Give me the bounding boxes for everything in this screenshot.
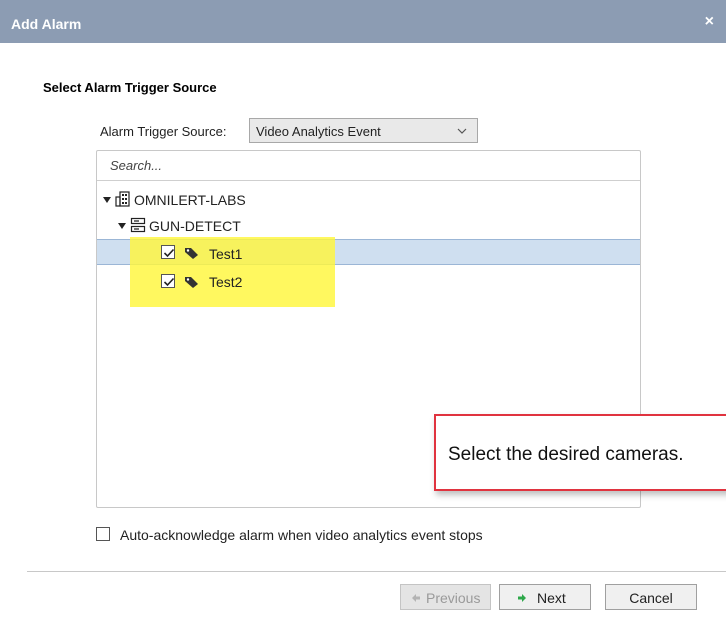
instruction-callout: Select the desired cameras. xyxy=(434,414,726,491)
tree-node-gun-detect[interactable]: GUN-DETECT xyxy=(97,213,640,239)
previous-label: Previous xyxy=(426,590,481,606)
expand-caret-icon[interactable] xyxy=(103,197,111,203)
cancel-button[interactable]: Cancel xyxy=(605,584,697,610)
tag-icon xyxy=(185,277,198,288)
chevron-down-icon xyxy=(457,128,467,134)
trigger-source-select[interactable]: Video Analytics Event xyxy=(249,118,478,143)
next-button[interactable]: Next xyxy=(499,584,591,610)
test2-checkbox[interactable] xyxy=(161,274,175,288)
previous-button[interactable]: Previous xyxy=(400,584,491,610)
dialog-title: Add Alarm xyxy=(11,16,82,32)
trigger-source-label: Alarm Trigger Source: xyxy=(100,124,227,139)
dialog-titlebar: Add Alarm × xyxy=(0,0,726,43)
tree-node-label: Test2 xyxy=(209,274,243,290)
trigger-source-value: Video Analytics Event xyxy=(256,124,381,139)
section-title: Select Alarm Trigger Source xyxy=(43,80,217,95)
building-icon xyxy=(115,191,130,207)
tree-search-input[interactable]: Search... xyxy=(97,151,640,181)
auto-acknowledge-label: Auto-acknowledge alarm when video analyt… xyxy=(120,527,483,543)
cancel-label: Cancel xyxy=(629,590,673,606)
tree-node-label: OMNILERT-LABS xyxy=(134,192,246,208)
checkmark-icon xyxy=(163,248,175,258)
tree-node-label: GUN-DETECT xyxy=(149,218,241,234)
arrow-right-icon xyxy=(518,594,526,602)
test1-checkbox[interactable] xyxy=(161,245,175,259)
close-icon[interactable]: × xyxy=(705,13,714,31)
server-icon xyxy=(130,217,146,233)
tree-node-test2[interactable] xyxy=(97,268,640,294)
checkmark-icon xyxy=(163,277,175,287)
tree-node-omnilert-labs[interactable]: OMNILERT-LABS xyxy=(97,187,640,213)
expand-caret-icon[interactable] xyxy=(118,223,126,229)
footer-divider xyxy=(27,571,726,572)
arrow-left-icon xyxy=(412,594,420,602)
tree-node-label: Test1 xyxy=(209,246,243,262)
next-label: Next xyxy=(537,590,566,606)
auto-acknowledge-checkbox[interactable] xyxy=(96,527,110,541)
callout-text: Select the desired cameras. xyxy=(448,444,684,465)
tag-icon xyxy=(185,248,198,259)
search-placeholder: Search... xyxy=(110,158,163,173)
